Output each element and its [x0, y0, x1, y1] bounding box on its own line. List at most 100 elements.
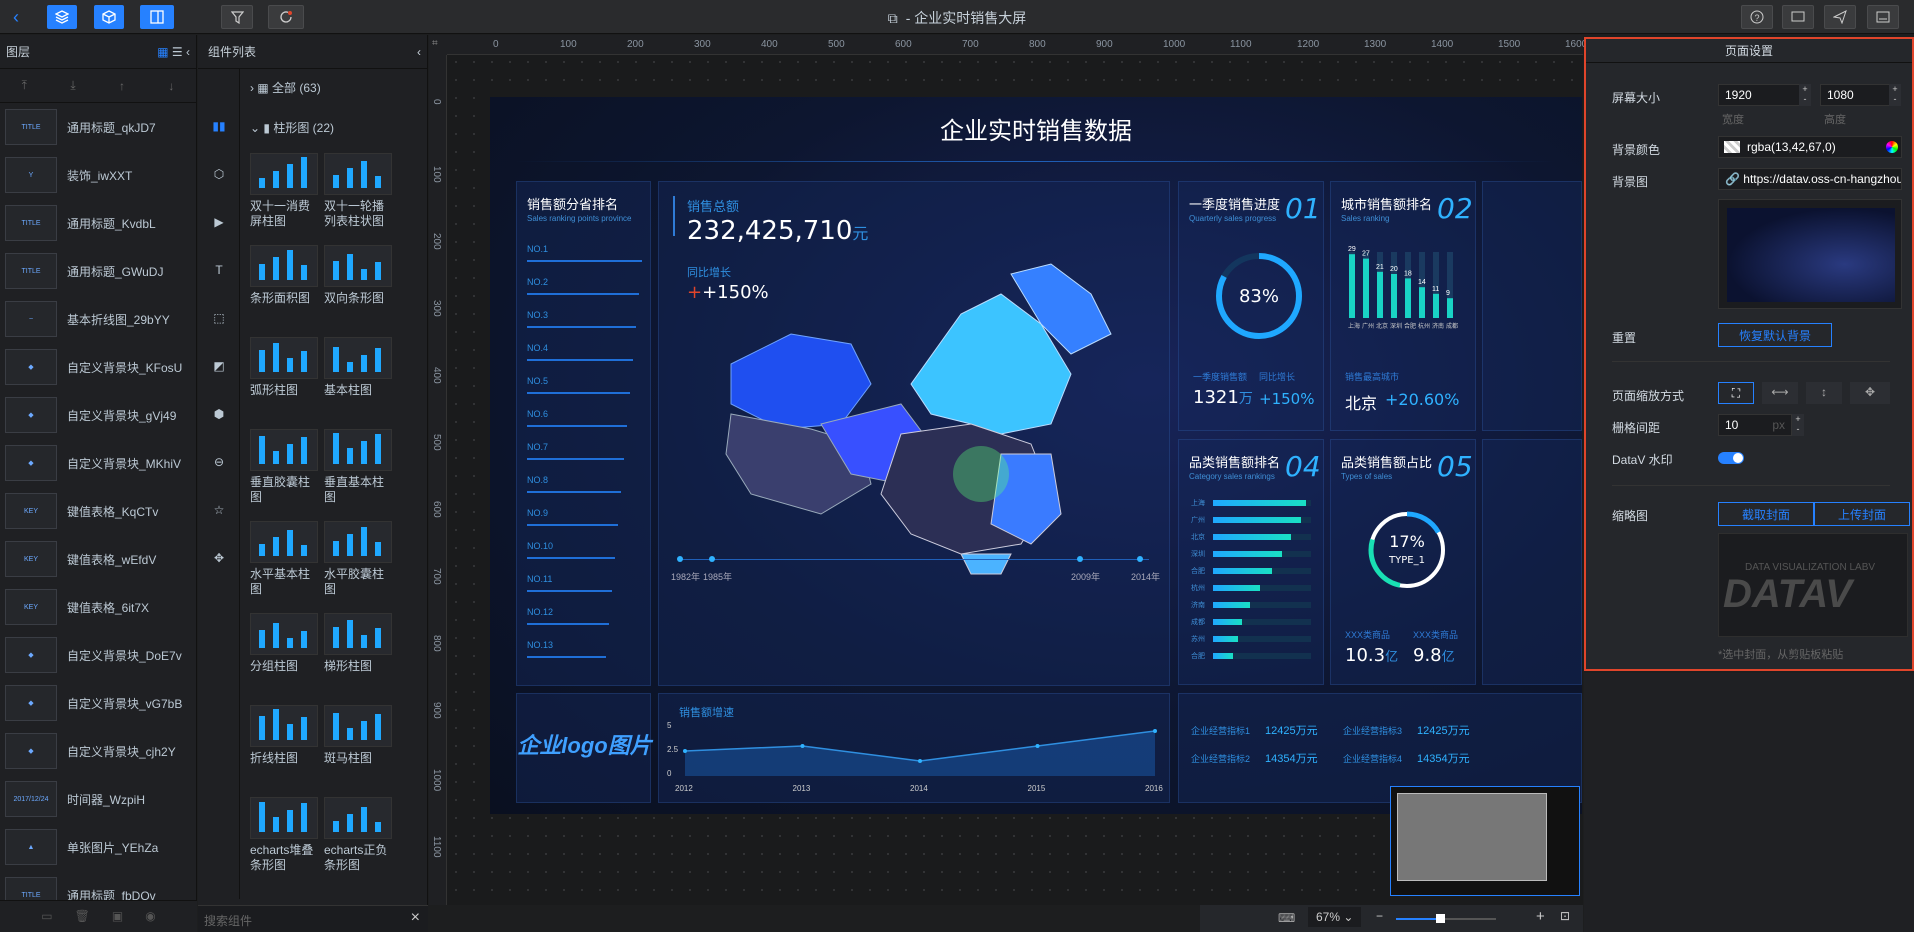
layer-item[interactable]: Y 装饰_iwXXT: [0, 151, 196, 199]
delete-icon[interactable]: 🗑: [75, 909, 90, 923]
layer-item[interactable]: ◆ 自定义背景块_gVj49: [0, 391, 196, 439]
zoom-in-icon[interactable]: +: [1536, 908, 1545, 925]
component-card[interactable]: 垂直胶囊柱图: [250, 429, 318, 505]
component-card[interactable]: echarts堆叠条形图: [250, 797, 318, 873]
component-card[interactable]: 垂直基本柱图: [324, 429, 392, 505]
timeline-dot[interactable]: [1077, 556, 1083, 562]
scale-full-icon[interactable]: ✥: [1850, 382, 1890, 404]
layer-item[interactable]: ▲ 单张图片_YEhZa: [0, 823, 196, 871]
bar-chart-group[interactable]: ⌄ ▮ 柱形图 (22): [250, 119, 334, 136]
collapse-components-icon[interactable]: ‹: [417, 45, 421, 59]
width-stepper[interactable]: + -: [1799, 84, 1811, 106]
fit-screen-icon[interactable]: ⊡: [1560, 909, 1570, 923]
component-card[interactable]: 分组柱图: [250, 613, 318, 674]
capture-cover-button[interactable]: 截取封面: [1718, 502, 1814, 526]
collapse-icon[interactable]: ‹: [186, 45, 190, 59]
component-search[interactable]: 搜索组件 ×: [198, 905, 428, 932]
zoom-slider-handle[interactable]: [1436, 914, 1445, 923]
move-up-icon[interactable]: ↑: [119, 79, 125, 93]
component-card[interactable]: 水平胶囊柱图: [324, 521, 392, 597]
timeline-dot[interactable]: [1137, 556, 1143, 562]
component-card[interactable]: 双十一轮播列表柱状图: [324, 153, 392, 229]
grid-stepper[interactable]: + -: [1792, 414, 1804, 436]
search-input[interactable]: 搜索组件: [204, 912, 252, 929]
reset-bg-button[interactable]: 恢复默认背景: [1718, 323, 1832, 347]
bar-chart-category-icon[interactable]: ▮▮: [208, 115, 230, 137]
component-card[interactable]: 水平基本柱图: [250, 521, 318, 597]
grid-view-icon[interactable]: ▦ ☰ ‹: [157, 45, 190, 59]
move-down-icon[interactable]: ↓: [168, 79, 174, 93]
component-card[interactable]: 弧形柱图: [250, 337, 318, 398]
plugin-category-icon[interactable]: ✥: [208, 547, 230, 569]
bg-image-preview[interactable]: [1718, 199, 1902, 309]
timeline-dot[interactable]: [677, 556, 683, 562]
network-category-icon[interactable]: ⬚: [208, 307, 230, 329]
eye-icon[interactable]: ◉: [145, 909, 155, 923]
lock-icon[interactable]: ▣: [112, 909, 123, 923]
height-input[interactable]: 1080: [1820, 84, 1890, 106]
move-bottom-icon[interactable]: ⤓: [70, 78, 75, 93]
layer-item[interactable]: ◆ 自定义背景块_DoE7v: [0, 631, 196, 679]
folder-icon[interactable]: ▭: [41, 909, 52, 923]
text-category-icon[interactable]: T: [208, 259, 230, 281]
component-card[interactable]: 折线柱图: [250, 705, 318, 766]
map-category-icon[interactable]: ⬡: [208, 163, 230, 185]
layer-item[interactable]: ◆ 自定义背景块_KFosU: [0, 343, 196, 391]
ruler-corner-icon[interactable]: ⌗: [429, 35, 447, 55]
interaction-category-icon[interactable]: ⬢: [208, 403, 230, 425]
layer-item[interactable]: ◆ 自定义背景块_vG7bB: [0, 679, 196, 727]
layer-item[interactable]: KEY 键值表格_6it7X: [0, 583, 196, 631]
scale-height-icon[interactable]: ↕: [1806, 382, 1842, 404]
dashboard-screen[interactable]: 企业实时销售数据 销售额分省排名 Sales ranking points pr…: [490, 97, 1582, 814]
zoom-slider[interactable]: [1396, 918, 1496, 920]
component-card[interactable]: 梯形柱图: [324, 613, 392, 674]
watermark-toggle[interactable]: [1718, 452, 1744, 464]
timeline-dot[interactable]: [709, 556, 715, 562]
layer-item[interactable]: ~ 基本折线图_29bYY: [0, 295, 196, 343]
svg-text:?: ?: [1755, 13, 1760, 23]
scale-fit-icon[interactable]: ⛶: [1718, 382, 1754, 404]
component-card[interactable]: 基本柱图: [324, 337, 392, 398]
width-input[interactable]: 1920: [1718, 84, 1800, 106]
height-stepper[interactable]: + -: [1889, 84, 1901, 106]
layer-item[interactable]: KEY 键值表格_wEfdV: [0, 535, 196, 583]
layer-item[interactable]: TITLE 通用标题_KvdbL: [0, 199, 196, 247]
shortcut-icon[interactable]: ⌨: [1278, 911, 1295, 925]
move-top-icon[interactable]: ⤒: [22, 78, 27, 93]
component-card[interactable]: echarts正负条形图: [324, 797, 392, 873]
help-icon[interactable]: ?: [1741, 5, 1773, 29]
bg-url-input[interactable]: 🔗 https://datav.oss-cn-hangzhou: [1718, 168, 1902, 190]
zoom-select[interactable]: 67% ⌄: [1308, 907, 1362, 927]
scale-width-icon[interactable]: ⟷: [1762, 382, 1798, 404]
component-card[interactable]: 斑马柱图: [324, 705, 392, 766]
publish-icon[interactable]: [1824, 5, 1856, 29]
preview-icon[interactable]: [1782, 5, 1814, 29]
all-components-item[interactable]: › ▦ 全部 (63): [250, 79, 321, 96]
layer-item[interactable]: TITLE 通用标题_qkJD7: [0, 103, 196, 151]
color-swatch[interactable]: [1724, 141, 1740, 153]
list-view-icon[interactable]: ☰: [172, 45, 183, 59]
layer-item[interactable]: 2017/12/24 时间器_WzpiH: [0, 775, 196, 823]
layer-item[interactable]: KEY 键值表格_KqCTv: [0, 487, 196, 535]
component-card[interactable]: 双十一消费屏柱图: [250, 153, 318, 229]
minimap-viewport[interactable]: [1397, 793, 1547, 881]
close-icon[interactable]: ×: [411, 909, 420, 927]
zoom-out-icon[interactable]: −: [1376, 909, 1383, 923]
upload-cover-button[interactable]: 上传封面: [1814, 502, 1910, 526]
component-card[interactable]: 条形面积图: [250, 245, 318, 306]
minimap[interactable]: [1390, 786, 1580, 896]
layer-item[interactable]: TITLE 通用标题_GWuDJ: [0, 247, 196, 295]
bg-color-input[interactable]: rgba(13,42,67,0): [1718, 136, 1902, 158]
layer-item[interactable]: ◆ 自定义背景块_MKhiV: [0, 439, 196, 487]
layer-item[interactable]: ◆ 自定义背景块_cjh2Y: [0, 727, 196, 775]
media-category-icon[interactable]: ▶: [208, 211, 230, 233]
favorite-category-icon[interactable]: ☆: [208, 499, 230, 521]
color-picker-icon[interactable]: [1886, 141, 1898, 153]
material-category-icon[interactable]: ◩: [208, 355, 230, 377]
cover-preview[interactable]: DATA VISUALIZATION LABV DATAV: [1718, 533, 1908, 637]
grid-input[interactable]: 10 px: [1718, 414, 1792, 436]
screen-icon[interactable]: [1867, 5, 1899, 29]
extra-panel-2: [1482, 439, 1582, 685]
other-category-icon[interactable]: ⊖: [208, 451, 230, 473]
component-card[interactable]: 双向条形图: [324, 245, 392, 306]
